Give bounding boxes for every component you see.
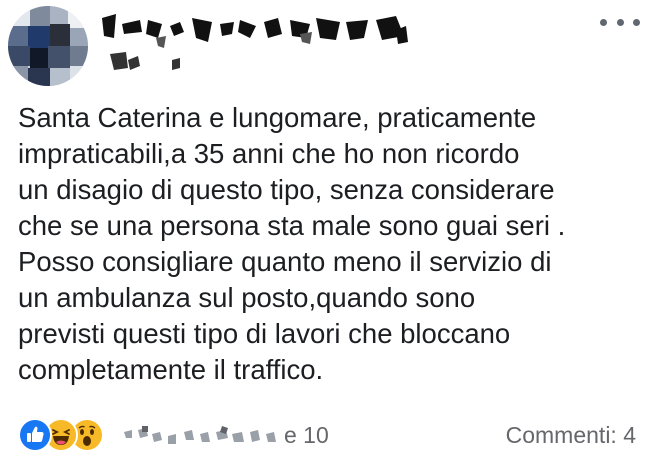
reactions-summary[interactable] bbox=[18, 418, 104, 452]
post-text-line: Santa Caterina e lungomare, praticamente bbox=[18, 102, 537, 133]
post-body: Santa Caterina e lungomare, praticamente… bbox=[18, 100, 638, 388]
reactions-count[interactable]: e 10 bbox=[284, 420, 329, 450]
dot-icon bbox=[633, 18, 640, 26]
post-text-line: completamente il traffico. bbox=[18, 354, 324, 385]
post-text-line: che se una persona sta male sono guai se… bbox=[18, 210, 566, 241]
facebook-post: Santa Caterina e lungomare, praticamente… bbox=[0, 0, 650, 466]
post-text-line: un disagio di questo tipo, senza conside… bbox=[18, 174, 555, 205]
reactors-names-redacted[interactable] bbox=[122, 422, 282, 448]
post-text-line: previsti questi tipo di lavori che blocc… bbox=[18, 318, 511, 349]
like-icon bbox=[18, 418, 52, 452]
post-text-line: un ambulanza sul posto,quando sono bbox=[18, 282, 476, 313]
more-options-button[interactable] bbox=[600, 10, 640, 34]
avatar-image bbox=[8, 6, 88, 86]
post-text-line: impraticabili,a 35 anni che ho non ricor… bbox=[18, 138, 520, 169]
author-name-redacted[interactable] bbox=[100, 8, 420, 80]
dot-icon bbox=[600, 18, 607, 26]
post-text-line: Posso consigliare quanto meno il servizi… bbox=[18, 246, 552, 277]
author-avatar[interactable] bbox=[8, 6, 88, 86]
dot-icon bbox=[616, 18, 624, 26]
comments-count-link[interactable]: Commenti: 4 bbox=[506, 420, 636, 450]
